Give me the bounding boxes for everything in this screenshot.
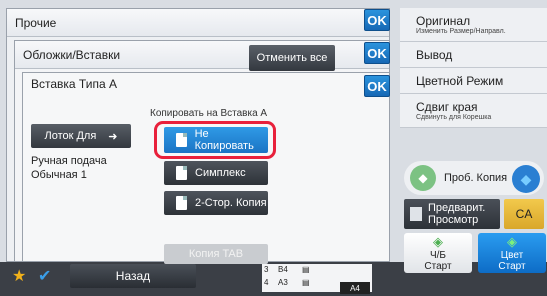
diamond-icon: ◈ [433,234,443,249]
tray-number: 3 [264,265,269,274]
sidebar-item-label: Оригинал [416,14,471,28]
bw-start-label-line1: Ч/Б [429,250,446,261]
color-start-button[interactable]: ◈ Цвет Старт [478,233,546,273]
sidebar-item-sublabel: Сдвинуть для Корешка [416,114,492,121]
tray-paper-type: Обычная 1 [31,169,87,181]
tray-size: B4 [278,265,288,274]
current-paper-size: A4 [340,282,370,294]
back-button[interactable]: Назад [70,264,196,288]
duplex-option[interactable]: 2-Стор. Копия [164,191,268,215]
sidebar-item-sublabel: Изменить Размер/Направл. [416,28,506,35]
others-ok-button[interactable]: OK [364,9,390,31]
sidebar-item-label: Вывод [416,47,453,62]
selection-highlight [154,121,276,159]
copy-on-insert-label: Копировать на Вставка A [150,108,268,119]
bw-start-button[interactable]: ◈ Ч/Б Старт [404,233,472,273]
insert-type-a-ok-button[interactable]: OK [364,75,390,97]
proof-copy-label: Проб. Копия [444,172,508,184]
star-icon[interactable]: ★ [12,266,30,285]
arrow-right-icon: ➜ [108,130,118,143]
sidebar-item-original[interactable]: Оригинал Изменить Размер/Направл. [400,8,547,42]
duplex-label: 2-Стор. Копия [195,197,267,209]
others-dialog-title: Прочие [7,9,389,37]
sidebar-item-label: Сдвиг края [416,100,478,114]
sidebar-item-color-mode[interactable]: Цветной Режим [400,68,547,94]
clear-all-button[interactable]: CA [504,199,544,229]
paper-tray-button-label: Лоток Для [44,130,97,142]
color-proof-icon[interactable]: ◆ [512,165,540,193]
preview-label: Предварит. Просмотр [428,202,485,226]
tab-copy-button[interactable]: Копия TAB [164,244,268,264]
sidebar-item-label: Цветной Режим [416,73,504,88]
tab-copy-label: Копия TAB [188,248,244,260]
color-start-label-line1: Цвет [500,250,524,261]
preview-icon [410,207,422,221]
simplex-label: Симплекс [195,167,246,179]
tray-source: Ручная подача [31,155,107,167]
preview-button[interactable]: Предварит. Просмотр [404,199,500,229]
simplex-option[interactable]: Симплекс [164,161,268,185]
check-icon[interactable]: ✔ [38,266,56,285]
diamond-icon: ◈ [507,234,517,249]
sidebar-item-margin-shift[interactable]: Сдвиг края Сдвинуть для Корешка [400,94,547,128]
color-start-label-line2: Старт [498,261,526,272]
diamond-icon: ◆ [410,165,436,191]
tray-size: A3 [278,278,288,287]
paper-tray-value: Ручная подача Обычная 1 [31,154,141,184]
tray-fill-icon: ▤ [302,278,310,287]
paper-tray-button[interactable]: Лоток Для ➜ [31,124,131,148]
insert-type-a-title: Вставка Типа A [31,77,117,91]
sidebar-item-output[interactable]: Вывод [400,42,547,68]
preview-label-line1: Предварит. [428,202,486,214]
tray-number: 4 [264,278,269,287]
covers-inserts-ok-button[interactable]: OK [364,42,390,64]
duplex-document-icon [176,196,187,210]
bw-start-label-line2: Старт [424,261,452,272]
document-icon [176,166,187,180]
cancel-all-button[interactable]: Отменить все [249,45,335,71]
preview-label-line2: Просмотр [428,214,479,226]
tray-fill-icon: ▤ [302,265,310,274]
